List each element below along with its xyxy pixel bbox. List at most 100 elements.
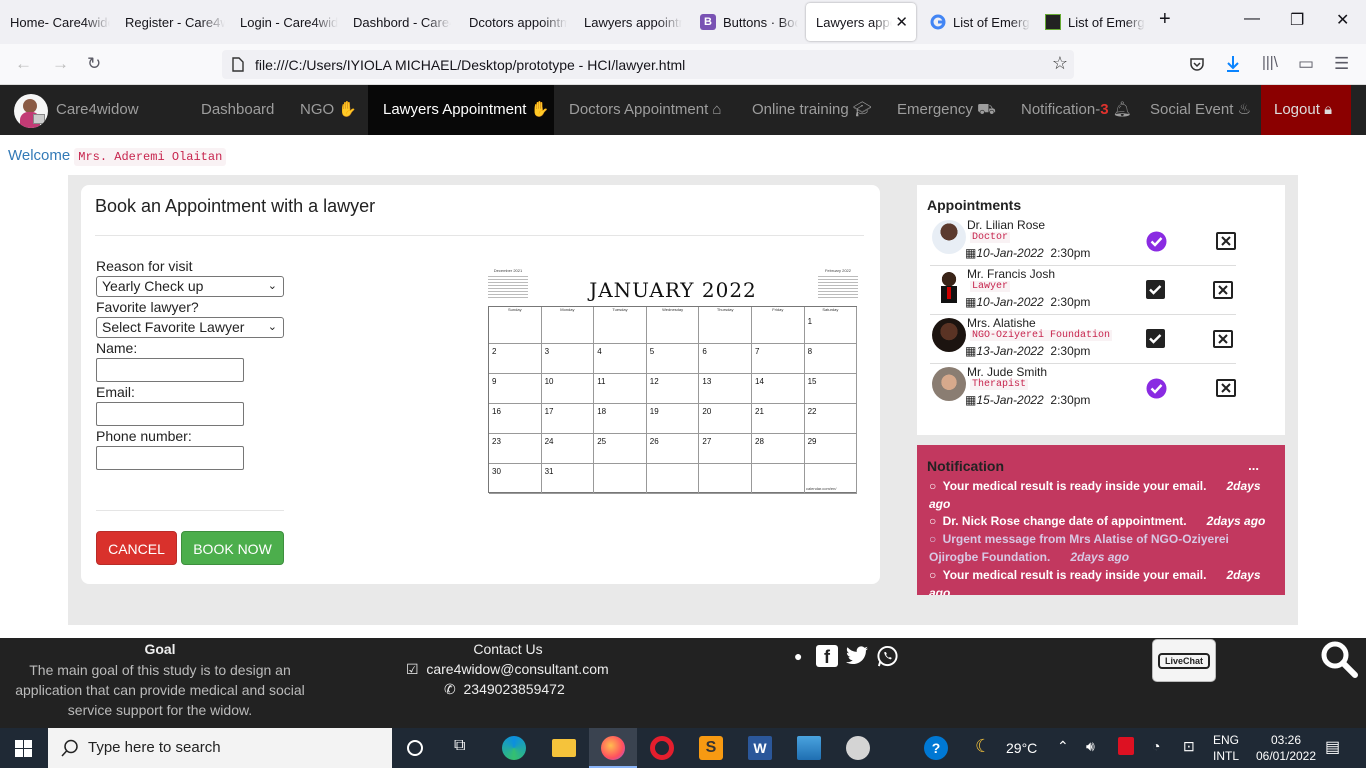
pocket-icon[interactable] [1189,56,1205,72]
twitter-icon[interactable] [845,646,869,666]
language-indicator[interactable]: ENG INTL [1213,732,1239,764]
address-bar[interactable]: file:///C:/Users/IYIOLA MICHAEL/Desktop/… [222,50,1074,79]
search-icon[interactable] [1320,640,1358,678]
nav-social-event[interactable]: Social Event ♨ [1135,85,1266,135]
contact-phone[interactable]: ✆ 2349023859472 [444,681,565,698]
sublime-text-icon[interactable]: S [699,736,723,760]
close-window-icon[interactable]: ✕ [1336,10,1349,30]
date-text: 15-Jan-2022 [976,393,1044,407]
photos-icon[interactable] [797,736,821,760]
volume-icon[interactable]: 🔊︎ [1086,738,1095,755]
nav-emergency[interactable]: Emergency ⛟ [882,85,1011,135]
browser-tab[interactable]: List of Emergency [920,3,1030,41]
library-icon[interactable]: |||\ [1262,54,1278,71]
check-square-icon: ☑ [406,661,419,677]
network-icon[interactable]: ⊡ [1183,738,1195,755]
browser-tab[interactable]: List of Emergency [1035,3,1145,41]
chevron-down-icon: ⌄ [267,280,277,292]
minimize-icon[interactable]: — [1244,10,1260,28]
browser-tab-active[interactable]: Lawyers appointment ✕ [806,3,916,41]
opera-icon[interactable] [650,736,674,760]
livechat-widget[interactable]: LiveChat [1152,639,1216,682]
lawyer-select[interactable]: Select Favorite Lawyer ⌄ [96,317,284,338]
nav-notification[interactable]: Notification-3 🔔︎ [1006,85,1147,135]
notification-item[interactable]: ○ Your medical result is ready inside yo… [929,566,1275,595]
circle-check-icon[interactable] [1146,378,1167,399]
edge-icon[interactable] [502,736,526,760]
cancel-square-icon[interactable] [1213,281,1233,299]
email-label: Email: [96,384,135,400]
weather-temp[interactable]: 29°C [1006,740,1037,756]
nav-ngo[interactable]: NGO ✋ [286,85,371,135]
chevron-up-icon[interactable]: ⌃ [1057,738,1069,755]
action-center-icon[interactable]: ▤ [1325,737,1340,757]
browser-tab[interactable]: Dashbord - Care4widow [343,3,451,41]
antivirus-icon[interactable] [1118,737,1134,755]
nav-logout[interactable]: Logout 🔒︎ [1261,85,1351,135]
app-logo[interactable] [14,94,48,128]
firefox-taskbar-button[interactable] [589,728,637,768]
square-check-icon[interactable] [1146,280,1165,299]
nav-label: Notification- [1021,101,1101,118]
taskbar-search[interactable]: Type here to search [48,728,392,768]
reload-icon[interactable]: ↻ [87,54,101,74]
cancel-button[interactable]: CANCEL [96,531,177,565]
paint-icon[interactable] [846,736,870,760]
back-icon[interactable]: ← [15,54,32,74]
download-icon[interactable] [1225,55,1241,73]
browser-tab[interactable]: B Buttons · Bootstrap [690,3,798,41]
browser-tab[interactable]: Lawyers appointment [574,3,682,41]
browser-tab[interactable]: Login - Care4widow [230,3,338,41]
notification-item[interactable]: ○ Your medical result is ready inside yo… [929,477,1275,513]
name-input[interactable] [96,358,244,382]
lawyer-value: Select Favorite Lawyer [102,319,245,335]
close-tab-icon[interactable]: ✕ [895,13,908,31]
reason-select[interactable]: Yearly Check up ⌄ [96,276,284,297]
cancel-square-icon[interactable] [1216,379,1236,397]
calendar-icon: ▦ [965,344,977,358]
book-now-button[interactable]: BOOK NOW [181,531,284,565]
circle-check-icon[interactable] [1146,231,1167,252]
more-options-icon[interactable]: ... [1248,458,1259,473]
weather-icon[interactable]: ☾ [975,736,991,757]
windows-start-icon[interactable] [15,740,32,757]
cancel-square-icon[interactable] [1213,330,1233,348]
calendar-day-cell: 13 [699,374,752,404]
brand-link[interactable]: Care4widow [56,85,139,135]
notification-item[interactable]: ○ Urgent message from Mrs Alatise of NGO… [929,530,1275,566]
browser-tab[interactable]: Register - Care4widow [115,3,225,41]
word-icon[interactable]: W [748,736,772,760]
clock[interactable]: 03:26 06/01/2022 [1251,732,1321,764]
new-tab-icon[interactable]: + [1159,8,1171,31]
sidebar-icon[interactable]: ▭ [1298,54,1314,74]
help-icon[interactable]: ? [924,736,948,760]
restore-icon[interactable]: ❐ [1290,10,1304,30]
menu-icon[interactable]: ☰ [1334,54,1349,74]
forward-icon[interactable]: → [52,54,69,74]
cancel-square-icon[interactable] [1216,232,1236,250]
whatsapp-icon[interactable] [876,645,899,668]
file-explorer-icon[interactable] [552,739,576,757]
contact-email[interactable]: ☑ care4widow@consultant.com [406,661,609,678]
phone-input[interactable] [96,446,244,470]
email-input[interactable] [96,402,244,426]
nav-doctors-appointment[interactable]: Doctors Appointment ⌂ [554,85,736,135]
square-check-icon[interactable] [1146,329,1165,348]
appointment-date: ▦13-Jan-2022 2:30pm [965,344,1090,358]
bookmark-star-icon[interactable]: ☆ [1052,53,1068,74]
nav-lawyers-appointment[interactable]: Lawyers Appointment ✋ [368,85,554,135]
wifi-icon[interactable]: ◔ [1152,738,1160,754]
browser-tab[interactable]: Dcotors appointment [459,3,567,41]
browser-tab[interactable]: Home- Care4widow [0,3,110,41]
notification-item[interactable]: ○ Dr. Nick Rose change date of appointme… [929,512,1275,530]
facebook-icon[interactable]: f [816,645,838,667]
task-view-icon[interactable]: ⧉ [454,737,465,755]
nav-online-training[interactable]: Online training 🎓︎ [738,85,886,135]
prev-month-label: December 2021 [493,268,523,273]
cortana-icon[interactable] [405,738,425,758]
clinic-icon: ⌂ [712,101,722,118]
time-text: 2:30pm [1050,344,1091,358]
tab-title: Register - Care4widow [125,14,225,30]
nav-dashboard[interactable]: Dashboard [187,85,288,135]
calendar-day-cell [699,314,752,344]
